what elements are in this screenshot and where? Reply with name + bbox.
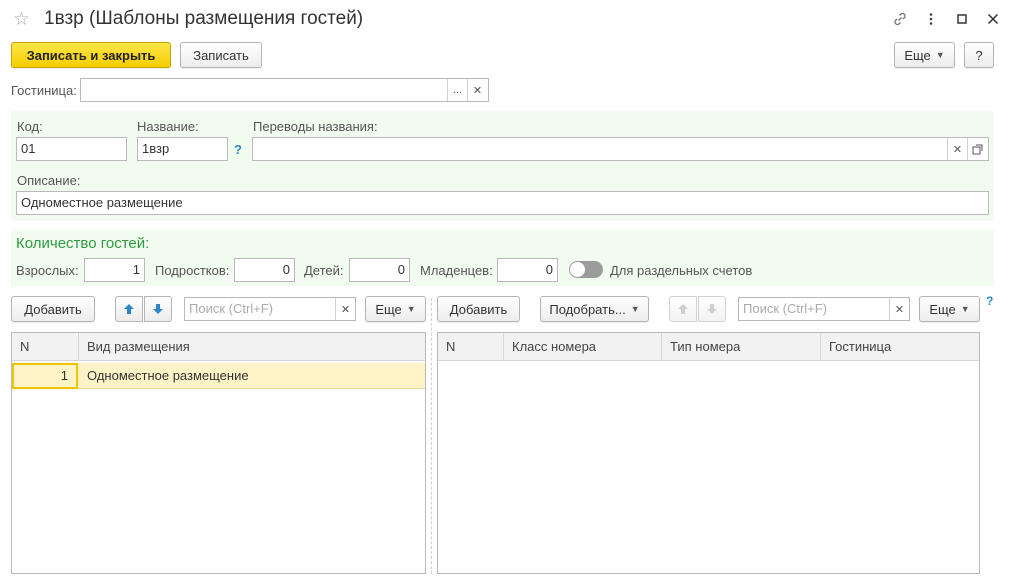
- panel-divider[interactable]: [431, 298, 432, 574]
- right-help-icon[interactable]: ?: [986, 294, 993, 308]
- right-search-clear-icon[interactable]: ✕: [889, 298, 909, 320]
- adults-input[interactable]: 1: [84, 258, 145, 282]
- description-label: Описание:: [17, 173, 81, 188]
- chevron-down-icon: ▼: [960, 304, 970, 314]
- name-label: Название:: [137, 119, 199, 134]
- children-label: Детей:: [304, 263, 344, 278]
- room-classes-table: N Класс номера Тип номера Гостиница: [437, 332, 980, 574]
- favorite-star-icon[interactable]: ☆: [13, 8, 30, 31]
- teens-input[interactable]: 0: [234, 258, 295, 282]
- separate-accounts-toggle[interactable]: [569, 261, 603, 278]
- page-title: 1взр (Шаблоны размещения гостей): [44, 8, 364, 29]
- pick-button-label: Подобрать...: [549, 301, 626, 317]
- right-search-input[interactable]: Поиск (Ctrl+F) ✕: [738, 297, 910, 321]
- right-search-placeholder: Поиск (Ctrl+F): [743, 301, 828, 316]
- arrow-down-icon: [707, 304, 717, 314]
- guest-count-title: Количество гостей:: [16, 235, 150, 252]
- hotel-clear-icon[interactable]: ✕: [467, 79, 487, 101]
- more-button-label: Еще: [904, 47, 931, 63]
- arrow-up-icon: [124, 304, 134, 314]
- left-search-placeholder: Поиск (Ctrl+F): [189, 301, 274, 316]
- right-add-button[interactable]: Добавить: [437, 296, 520, 322]
- chevron-down-icon: ▼: [935, 50, 945, 60]
- open-window-icon[interactable]: [967, 138, 987, 160]
- pick-button[interactable]: Подобрать... ▼: [540, 296, 649, 322]
- left-more-label: Еще: [375, 301, 402, 317]
- right-more-button[interactable]: Еще ▼: [919, 296, 980, 322]
- description-input[interactable]: Одноместное размещение: [16, 191, 989, 215]
- hotel-select-button[interactable]: ...: [447, 79, 467, 101]
- column-n[interactable]: N: [12, 333, 79, 361]
- placement-types-table: N Вид размещения 1 Одноместное размещени…: [11, 332, 426, 574]
- help-button[interactable]: ?: [964, 42, 994, 68]
- table-row[interactable]: 1 Одноместное размещение: [12, 363, 425, 389]
- left-search-clear-icon[interactable]: ✕: [335, 298, 355, 320]
- translations-label: Переводы названия:: [253, 119, 378, 134]
- more-button[interactable]: Еще ▼: [894, 42, 955, 68]
- arrow-up-icon: [678, 304, 688, 314]
- infants-label: Младенцев:: [420, 263, 493, 278]
- column-n[interactable]: N: [438, 333, 504, 361]
- name-input[interactable]: 1взр: [137, 137, 228, 161]
- column-room-type[interactable]: Тип номера: [662, 333, 821, 361]
- toggle-knob: [570, 262, 585, 277]
- move-down-button[interactable]: [144, 296, 172, 322]
- row-type-cell[interactable]: Одноместное размещение: [79, 363, 257, 389]
- save-button[interactable]: Записать: [180, 42, 262, 68]
- close-icon[interactable]: [982, 8, 1004, 30]
- right-move-up-button[interactable]: [669, 296, 697, 322]
- arrow-down-icon: [153, 304, 163, 314]
- link-icon[interactable]: [889, 8, 911, 30]
- left-add-button[interactable]: Добавить: [11, 296, 95, 322]
- hotel-input[interactable]: ... ✕: [80, 78, 489, 102]
- row-n-cell[interactable]: 1: [12, 363, 78, 389]
- column-placement-type[interactable]: Вид размещения: [79, 333, 427, 361]
- teens-label: Подростков:: [155, 263, 230, 278]
- maximize-icon[interactable]: [951, 8, 973, 30]
- right-move-down-button[interactable]: [698, 296, 726, 322]
- chevron-down-icon: ▼: [630, 304, 640, 314]
- save-and-close-button[interactable]: Записать и закрыть: [11, 42, 171, 68]
- move-up-button[interactable]: [115, 296, 143, 322]
- column-hotel[interactable]: Гостиница: [821, 333, 979, 361]
- table-header: N Вид размещения: [12, 333, 425, 361]
- table-header: N Класс номера Тип номера Гостиница: [438, 333, 979, 361]
- translations-input[interactable]: ✕: [252, 137, 989, 161]
- separate-accounts-label: Для раздельных счетов: [610, 263, 753, 278]
- children-input[interactable]: 0: [349, 258, 410, 282]
- left-more-button[interactable]: Еще ▼: [365, 296, 426, 322]
- hotel-label: Гостиница:: [11, 83, 77, 98]
- more-vertical-icon[interactable]: [920, 8, 942, 30]
- right-more-label: Еще: [929, 301, 956, 317]
- left-search-input[interactable]: Поиск (Ctrl+F) ✕: [184, 297, 356, 321]
- adults-label: Взрослых:: [16, 263, 79, 278]
- chevron-down-icon: ▼: [406, 304, 416, 314]
- column-room-class[interactable]: Класс номера: [504, 333, 662, 361]
- name-help-icon[interactable]: ?: [234, 142, 242, 157]
- translations-clear-icon[interactable]: ✕: [947, 138, 967, 160]
- code-input[interactable]: 01: [16, 137, 127, 161]
- code-label: Код:: [17, 119, 43, 134]
- infants-input[interactable]: 0: [497, 258, 558, 282]
